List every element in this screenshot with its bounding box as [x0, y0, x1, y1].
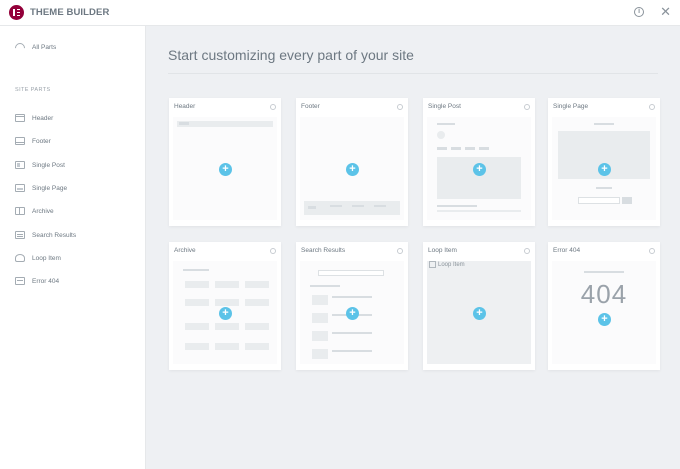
sidebar-item-all-parts[interactable]: All Parts [15, 43, 56, 51]
sidebar-item-search-results[interactable]: Search Results [15, 231, 76, 239]
sidebar-item-single-page[interactable]: Single Page [15, 184, 67, 192]
card-menu-icon[interactable] [524, 247, 530, 254]
card-single-post[interactable]: Single Post + [423, 98, 535, 226]
card-preview: Loop Item + [427, 261, 531, 364]
loop-item-icon [15, 254, 25, 262]
card-menu-icon[interactable] [649, 103, 655, 110]
card-preview: 404 + [552, 261, 656, 364]
add-template-button[interactable]: + [219, 306, 232, 320]
card-label: Single Post [428, 103, 461, 110]
card-archive[interactable]: Archive + [169, 242, 281, 370]
elementor-logo-icon [9, 5, 24, 20]
sidebar-item-loop-item[interactable]: Loop Item [15, 254, 61, 262]
search-results-icon [15, 231, 25, 239]
card-menu-icon[interactable] [649, 247, 655, 254]
card-label: Error 404 [553, 247, 581, 254]
card-menu-icon[interactable] [397, 247, 403, 254]
broken-image: Loop Item [429, 261, 465, 268]
sidebar-item-label: All Parts [32, 43, 57, 51]
card-label: Search Results [301, 247, 346, 254]
close-icon[interactable]: ✕ [660, 5, 671, 18]
add-template-button[interactable]: + [346, 306, 359, 320]
header-icon [15, 114, 25, 122]
card-single-page[interactable]: Single Page + [548, 98, 660, 226]
sidebar-item-label: Header [32, 114, 54, 122]
card-label: Header [174, 103, 196, 110]
sidebar-item-error-404[interactable]: Error 404 [15, 277, 59, 285]
card-preview: + [427, 117, 531, 220]
sidebar-item-label: Search Results [32, 231, 77, 239]
page-title: Start customizing every part of your sit… [168, 47, 414, 63]
sidebar-item-label: Single Page [32, 184, 68, 192]
title-divider [168, 73, 658, 74]
card-menu-icon[interactable] [397, 103, 403, 110]
sidebar-item-label: Error 404 [32, 277, 60, 285]
sidebar-item-single-post[interactable]: Single Post [15, 161, 65, 169]
sidebar-item-header[interactable]: Header [15, 114, 53, 122]
app-title: THEME BUILDER [30, 7, 110, 18]
single-page-icon [15, 184, 25, 192]
sidebar-item-footer[interactable]: Footer [15, 137, 51, 145]
card-footer[interactable]: Footer + [296, 98, 408, 226]
sidebar-item-label: Loop Item [32, 254, 61, 262]
card-label: Loop Item [428, 247, 457, 254]
sidebar-section-heading: SITE PARTS [15, 87, 51, 93]
sidebar-item-archive[interactable]: Archive [15, 207, 54, 215]
sidebar-item-label: Single Post [32, 161, 65, 169]
all-parts-icon [15, 43, 25, 51]
card-header[interactable]: Header + [169, 98, 281, 226]
sidebar-item-label: Footer [32, 137, 51, 145]
card-preview: + [173, 117, 277, 220]
sidebar: All Parts SITE PARTS Header Footer Singl… [0, 26, 146, 469]
top-bar: THEME BUILDER i ✕ [0, 0, 680, 26]
error-404-icon [15, 277, 25, 285]
card-label: Archive [174, 247, 196, 254]
card-menu-icon[interactable] [524, 103, 530, 110]
error-404-preview-text: 404 [580, 279, 628, 309]
info-icon[interactable]: i [634, 7, 645, 17]
archive-icon [15, 207, 25, 215]
broken-image-alt: Loop Item [438, 261, 465, 268]
card-preview: + [300, 261, 404, 364]
card-loop-item[interactable]: Loop Item Loop Item + [423, 242, 535, 370]
card-label: Single Page [553, 103, 589, 110]
top-bar-actions: i ✕ [634, 5, 671, 18]
add-template-button[interactable]: + [473, 162, 486, 176]
add-template-button[interactable]: + [598, 312, 611, 326]
add-template-button[interactable]: + [473, 306, 486, 320]
footer-icon [15, 137, 25, 145]
card-preview: + [552, 117, 656, 220]
card-search-results[interactable]: Search Results + [296, 242, 408, 370]
card-preview: + [173, 261, 277, 364]
add-template-button[interactable]: + [346, 162, 359, 176]
single-post-icon [15, 161, 25, 169]
card-menu-icon[interactable] [270, 103, 276, 110]
card-error-404[interactable]: Error 404 404 + [548, 242, 660, 370]
sidebar-item-label: Archive [32, 207, 54, 215]
broken-image-icon [429, 261, 436, 268]
card-preview: + [300, 117, 404, 220]
add-template-button[interactable]: + [598, 162, 611, 176]
add-template-button[interactable]: + [219, 162, 232, 176]
card-menu-icon[interactable] [270, 247, 276, 254]
card-label: Footer [301, 103, 320, 110]
